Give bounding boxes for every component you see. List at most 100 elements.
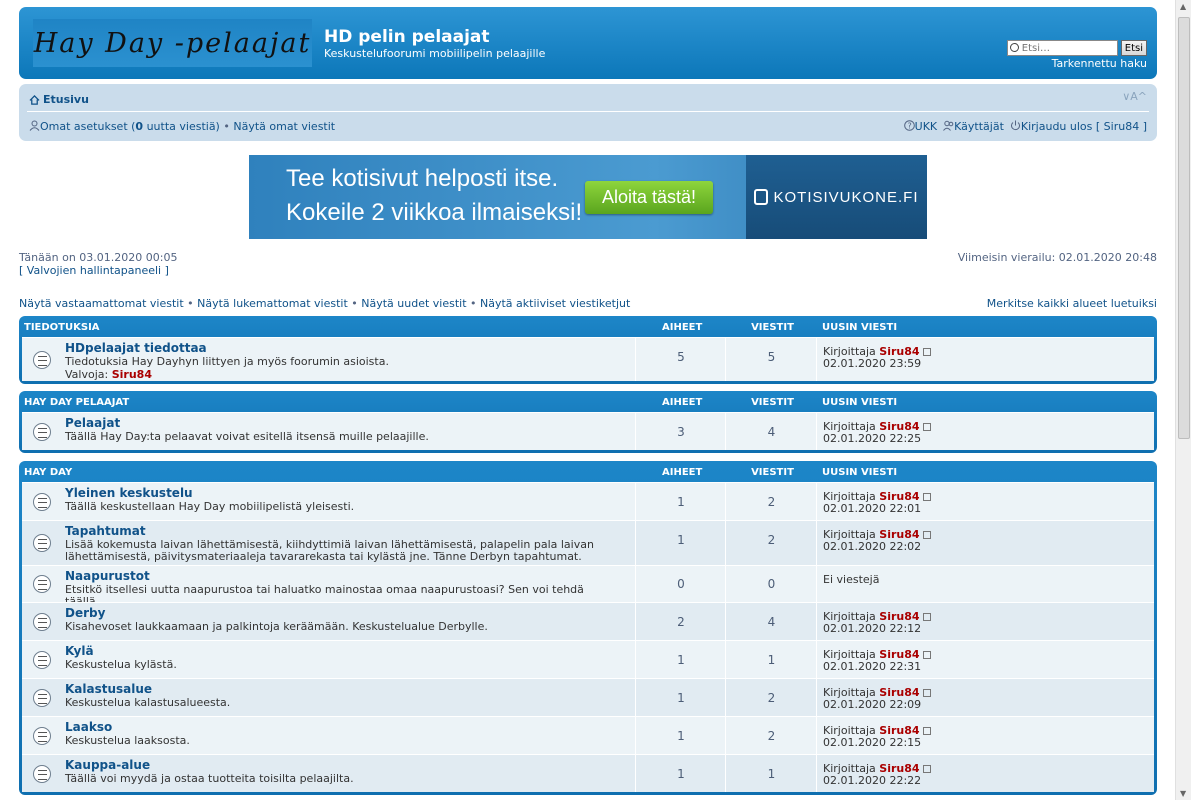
forum-title[interactable]: Kalastusalue xyxy=(65,682,152,696)
site-logo[interactable]: Hay Day -pelaajat xyxy=(33,19,312,67)
column-topics: AIHEET xyxy=(662,322,703,333)
scroll-down-arrow-icon[interactable]: ▼ xyxy=(1180,789,1186,798)
navbar: Etusivu ∨A^ Omat asetukset (0 uutta vies… xyxy=(19,84,1157,141)
svg-text:?: ? xyxy=(907,122,911,131)
topics-cell: 1 xyxy=(635,679,726,716)
forum-read-icon xyxy=(33,351,51,369)
view-latest-post-icon[interactable] xyxy=(922,348,931,356)
search-input[interactable] xyxy=(1006,40,1118,56)
view-latest-post-icon[interactable] xyxy=(922,689,931,697)
moderator-name-link[interactable]: Siru84 xyxy=(112,368,152,381)
banner-headline: Tee kotisivut helposti itse. xyxy=(286,165,559,192)
posts-cell: 1 xyxy=(725,755,817,792)
page-scrollbar[interactable]: ▲ ▼ xyxy=(1175,0,1191,800)
posts-cell: 2 xyxy=(725,679,817,716)
last-post-time: 02.01.2020 22:25 xyxy=(823,432,922,445)
last-post-cell: Kirjoittaja Siru84 02.01.2020 23:59 xyxy=(816,338,1154,381)
forum-description: Lisää kokemusta laivan lähettämisestä, k… xyxy=(65,538,594,563)
view-latest-post-icon[interactable] xyxy=(922,651,931,659)
view-latest-post-icon[interactable] xyxy=(922,613,931,621)
forum-moderator: Valvoja: Siru84 xyxy=(65,368,152,381)
unread-posts-link[interactable]: Näytä lukemattomat viestit xyxy=(197,297,348,310)
last-visit: Viimeisin vierailu: 02.01.2020 20:48 xyxy=(957,251,1157,264)
category-hay-day-pelaajat: HAY DAY PELAAJAT AIHEET VIESTIT UUSIN VI… xyxy=(19,391,1157,453)
forum-title[interactable]: Derby xyxy=(65,606,105,620)
column-last-post: UUSIN VIESTI xyxy=(822,467,898,478)
faq-link[interactable]: ? UKK xyxy=(903,120,937,133)
own-posts-link[interactable]: Näytä omat viestit xyxy=(233,120,335,133)
moderator-panel-link[interactable]: [ Valvojien hallintapaneeli ] xyxy=(19,264,169,277)
power-icon xyxy=(1010,120,1020,131)
forum-read-icon xyxy=(33,765,51,783)
active-topics-link[interactable]: Näytä aktiiviset viestiketjut xyxy=(480,297,630,310)
view-latest-post-icon[interactable] xyxy=(922,765,931,773)
category-title[interactable]: HAY DAY PELAAJAT xyxy=(24,397,129,408)
forum-title[interactable]: Yleinen keskustelu xyxy=(65,486,193,500)
forum-title[interactable]: Pelaajat xyxy=(65,416,120,430)
mark-forums-read-link[interactable]: Merkitse kaikki alueet luetuiksi xyxy=(987,297,1157,310)
search-button[interactable]: Etsi xyxy=(1120,40,1147,56)
view-latest-post-icon[interactable] xyxy=(922,531,931,539)
forum-title[interactable]: HDpelaajat tiedottaa xyxy=(65,341,207,355)
topics-cell: 1 xyxy=(635,717,726,754)
forum-description: Keskustelua kalastusalueesta. xyxy=(65,696,231,709)
forum-description: Täällä Hay Day:ta pelaavat voivat esitel… xyxy=(65,430,429,443)
forum-row: Laakso Keskustelua laaksosta. 1 2 Kirjoi… xyxy=(22,716,1154,754)
banner-cta-button[interactable]: Aloita tästä! xyxy=(585,181,713,214)
view-latest-post-icon[interactable] xyxy=(922,423,931,431)
last-post-cell: Ei viestejä xyxy=(816,566,1154,602)
ad-banner[interactable]: Tee kotisivut helposti itse. Kokeile 2 v… xyxy=(249,155,927,239)
topics-cell: 1 xyxy=(635,483,726,520)
forum-row: Kylä Keskustelua kylästä. 1 1 Kirjoittaj… xyxy=(22,640,1154,678)
new-posts-link[interactable]: Näytä uudet viestit xyxy=(361,297,466,310)
forum-title[interactable]: Tapahtumat xyxy=(65,524,146,538)
category-title[interactable]: HAY DAY xyxy=(24,467,72,478)
help-icon: ? xyxy=(903,120,915,131)
topics-cell: 1 xyxy=(635,641,726,678)
posts-cell: 2 xyxy=(725,521,817,565)
topics-cell: 5 xyxy=(635,338,726,381)
forum-row: Derby Kisahevoset laukkaamaan ja palkint… xyxy=(22,602,1154,640)
posts-cell: 5 xyxy=(725,338,817,381)
logout-link[interactable]: Kirjaudu ulos [ Siru84 ] xyxy=(1010,120,1147,133)
forum-description: Kisahevoset laukkaamaan ja palkintoja ke… xyxy=(65,620,488,633)
forum-read-icon xyxy=(33,575,51,593)
last-post-time: 02.01.2020 22:31 xyxy=(823,660,922,673)
column-last-post: UUSIN VIESTI xyxy=(822,322,898,333)
breadcrumb-home[interactable]: Etusivu xyxy=(29,93,89,106)
view-latest-post-icon[interactable] xyxy=(922,493,931,501)
font-resize-control[interactable]: ∨A^ xyxy=(1122,90,1147,103)
members-link[interactable]: Käyttäjät xyxy=(943,120,1004,133)
site-title[interactable]: HD pelin pelaajat xyxy=(324,27,490,47)
user-control-panel-link[interactable]: Omat asetukset (0 uutta viestiä) xyxy=(40,120,220,133)
scroll-up-arrow-icon[interactable]: ▲ xyxy=(1180,2,1186,11)
advanced-search-link[interactable]: Tarkennettu haku xyxy=(1052,57,1147,70)
view-latest-post-icon[interactable] xyxy=(922,727,931,735)
last-post-time: 02.01.2020 22:15 xyxy=(823,736,922,749)
banner-brand: KOTISIVUKONE.FI xyxy=(746,155,927,239)
column-topics: AIHEET xyxy=(662,467,703,478)
last-post-cell: Kirjoittaja Siru84 02.01.2020 22:15 xyxy=(816,717,1154,754)
category-title[interactable]: TIEDOTUKSIA xyxy=(24,322,100,333)
scrollbar-thumb[interactable] xyxy=(1178,17,1190,439)
forum-read-icon xyxy=(33,493,51,511)
category-header: TIEDOTUKSIA AIHEET VIESTIT UUSIN VIESTI xyxy=(22,316,1154,337)
forum-row: Yleinen keskustelu Täällä keskustellaan … xyxy=(22,482,1154,520)
forum-title[interactable]: Kauppa-alue xyxy=(65,758,150,772)
forum-title[interactable]: Naapurustot xyxy=(65,569,150,583)
last-post-time: 02.01.2020 22:02 xyxy=(823,540,922,553)
forum-row: HDpelaajat tiedottaa Tiedotuksia Hay Day… xyxy=(22,337,1154,381)
posts-cell: 2 xyxy=(725,717,817,754)
last-post-time: 02.01.2020 22:22 xyxy=(823,774,922,787)
last-post-cell: Kirjoittaja Siru84 02.01.2020 22:25 xyxy=(816,413,1154,450)
last-post-cell: Kirjoittaja Siru84 02.01.2020 22:31 xyxy=(816,641,1154,678)
current-date: Tänään on 03.01.2020 00:05 xyxy=(19,251,178,264)
forum-title[interactable]: Kylä xyxy=(65,644,94,658)
quick-links: Näytä vastaamattomat viestit • Näytä luk… xyxy=(19,297,631,310)
forum-title[interactable]: Laakso xyxy=(65,720,112,734)
last-post-cell: Kirjoittaja Siru84 02.01.2020 22:02 xyxy=(816,521,1154,565)
unanswered-posts-link[interactable]: Näytä vastaamattomat viestit xyxy=(19,297,184,310)
topics-cell: 1 xyxy=(635,755,726,792)
forum-row: Pelaajat Täällä Hay Day:ta pelaavat voiv… xyxy=(22,412,1154,450)
topics-cell: 0 xyxy=(635,566,726,602)
